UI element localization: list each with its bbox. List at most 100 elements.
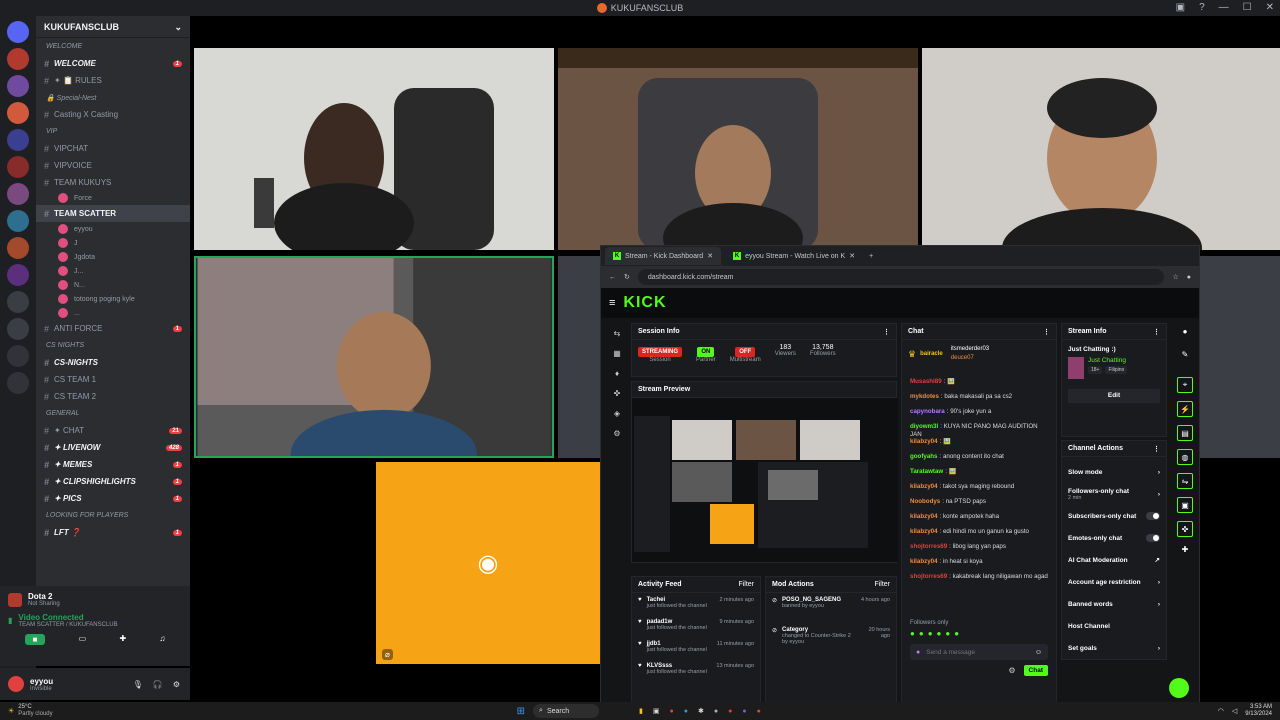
server-icon[interactable] [7,129,29,151]
more-icon[interactable]: ⋮ [883,328,890,336]
channel-item[interactable]: # VIPVOICE [36,157,190,174]
chat-message[interactable]: kilabzy04: konte ampotek haha [902,513,1056,528]
server-icon[interactable] [7,156,29,178]
maximize-icon[interactable]: ☐ [1243,2,1252,13]
more-icon[interactable]: ⋮ [1043,328,1050,336]
close-icon[interactable]: ✕ [1266,2,1274,13]
server-icon[interactable] [7,318,29,340]
close-icon[interactable]: ✕ [849,252,855,260]
edit-icon[interactable]: ✎ [1175,350,1195,359]
channel-action-item[interactable]: Banned words › [1062,593,1166,615]
soundboard-icon[interactable]: ♫ [159,634,165,645]
kick-logo[interactable]: KICK [623,294,666,312]
chat-message[interactable]: mykdotes: baka makasali pa sa cs2 [902,393,1056,408]
chat-username[interactable]: kilabzy04 [910,438,938,445]
tab-kick-dashboard[interactable]: K Stream - Kick Dashboard ✕ [605,247,722,265]
rail-tool-icon[interactable]: ⇋ [1177,473,1193,489]
settings-gear-icon[interactable]: ⚙ [173,680,180,689]
channel-category[interactable]: VIP [36,123,190,140]
channel-item[interactable]: # ✦ PICS 1 [36,490,190,507]
rail-icon[interactable]: ⚙ [609,424,625,444]
video-tile-avatar[interactable]: ◉ ⌀ [376,462,600,664]
emote-icon[interactable]: ● [945,629,950,638]
channel-category[interactable]: GENERAL [36,405,190,422]
headphones-icon[interactable]: 🎧 [153,680,163,689]
taskbar-app-icon[interactable]: ✱ [698,707,704,715]
rail-tool-icon[interactable]: ✜ [1177,521,1193,537]
chat-username[interactable]: kilabzy04 [910,528,938,535]
volume-icon[interactable]: ◁ [1232,707,1237,715]
chat-message[interactable]: Taratawtaw: 🖼️ [902,468,1056,483]
chat-username[interactable]: kilabzy04 [910,513,938,520]
server-icon[interactable] [7,264,29,286]
video-tile-4[interactable] [194,256,554,458]
minimize-icon[interactable]: — [1219,2,1229,13]
channel-item[interactable]: # CS-NIGHTS [36,354,190,371]
reload-icon[interactable]: ↻ [624,273,630,281]
explore-icon[interactable] [7,372,29,394]
chat-username[interactable]: shojtorres69 [910,543,947,550]
chat-message[interactable]: capynobara: 90's joke yun a [902,408,1056,423]
rail-tool-icon[interactable]: ◍ [1177,449,1193,465]
channel-action-item[interactable]: Set goals › [1062,637,1166,659]
channel-action-item[interactable]: AI Chat Moderation ↗ [1062,549,1166,571]
rail-icon[interactable]: ◈ [609,404,625,424]
channel-item[interactable]: # CS TEAM 1 [36,371,190,388]
channel-category[interactable]: 🔒 Special-Nest [36,89,190,106]
voice-user[interactable]: J [36,236,190,250]
chat-message[interactable]: Noobodys: na PTSD paps [902,498,1056,513]
chat-username[interactable]: Noobodys [910,498,940,505]
rail-icon[interactable]: ⇆ [609,324,625,344]
channel-item[interactable]: # ✦ CLIPSHIGHLIGHTS 1 [36,473,190,490]
server-icon[interactable] [7,102,29,124]
back-icon[interactable]: ← [609,274,616,281]
edit-button[interactable]: Edit [1068,389,1160,403]
wifi-icon[interactable]: ◠ [1218,707,1224,715]
server-icon[interactable] [7,210,29,232]
voice-user[interactable]: eyyou [36,222,190,236]
new-tab-icon[interactable]: + [869,253,873,260]
chat-message[interactable]: shojtorres69: libog lang yan paps [902,543,1056,558]
channel-action-item[interactable]: Account age restriction › [1062,571,1166,593]
video-tile-2[interactable] [558,48,918,250]
filter-button[interactable]: Filter [874,581,890,588]
voice-user[interactable]: Force [36,191,190,205]
chat-username[interactable]: diyowm3l [910,423,938,430]
edge-icon[interactable]: ● [684,708,688,715]
voice-user[interactable]: totoong poging kyle [36,292,190,306]
emote-icon[interactable]: ● [910,629,915,638]
emote-icon[interactable]: ● [928,629,933,638]
emoji-icon[interactable]: ☺ [1035,649,1042,656]
voice-user[interactable]: N... [36,278,190,292]
server-icon[interactable] [7,75,29,97]
filter-button[interactable]: Filter [738,581,754,588]
channel-item[interactable]: # ✦ CHAT 21 [36,422,190,439]
message-input[interactable] [926,648,1035,656]
bookmark-icon[interactable]: ☆ [1172,273,1178,281]
tab-kick-stream[interactable]: K eyyou Stream - Watch Live on K ✕ [725,247,863,265]
info-icon[interactable]: ● [1175,327,1195,336]
help-icon[interactable]: ? [1199,2,1205,13]
channel-item[interactable]: # TEAM KUKUYS [36,174,190,191]
camera-icon[interactable]: ■ [24,634,46,645]
channel-item[interactable]: # WELCOME 1 [36,55,190,72]
channel-item[interactable]: # VIPCHAT [36,140,190,157]
channel-item[interactable]: # ✦ MEMES 1 [36,456,190,473]
avatar[interactable] [8,676,24,692]
chat-username[interactable]: capynobara [910,408,945,415]
emote-icon[interactable]: ● [919,629,924,638]
chat-username[interactable]: kilabzy04 [910,558,938,565]
emote-icon[interactable]: ● [954,629,959,638]
rail-icon[interactable]: ✜ [609,384,625,404]
channel-item[interactable]: # TEAM SCATTER [36,205,190,222]
video-tile-3[interactable] [922,48,1280,250]
profile-icon[interactable]: ● [1187,274,1191,281]
channel-action-item[interactable]: Host Channel [1062,615,1166,637]
server-icon[interactable] [7,183,29,205]
chat-message[interactable]: shojtorres69: kakabreak lang niligawan m… [902,573,1056,588]
activity-item[interactable]: ♥ Tachei just followed the channel 2 minute… [632,593,760,615]
emote-icon[interactable]: ● [937,629,942,638]
taskbar-app-icon[interactable]: ▮ [639,707,643,715]
activity-item[interactable]: ♥ padad1w just followed the channel 9 minut… [632,615,760,637]
add-server-icon[interactable] [7,345,29,367]
